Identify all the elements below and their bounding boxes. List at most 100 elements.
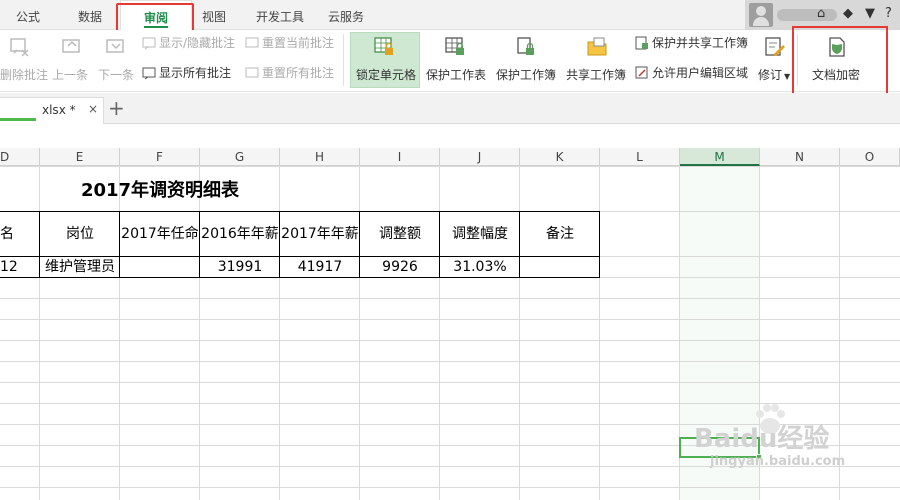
table-border <box>39 211 40 278</box>
column-header-e[interactable]: E <box>40 148 120 166</box>
table-row-cell[interactable] <box>120 257 200 277</box>
grid-horizontal-line <box>0 166 900 167</box>
tab-data[interactable]: 数据 <box>78 0 102 30</box>
tab-cloud[interactable]: 云服务 <box>328 0 364 30</box>
column-header-k[interactable]: K <box>520 148 600 166</box>
column-header-l[interactable]: L <box>600 148 680 166</box>
table-row-cell[interactable]: 维护管理员 <box>40 257 120 277</box>
table-header-cell[interactable]: 调整额 <box>360 212 440 256</box>
avatar[interactable] <box>749 3 773 27</box>
skin-icon[interactable]: ⌂ <box>817 6 825 21</box>
tab-formula[interactable]: 公式 <box>16 0 40 30</box>
table-border <box>599 211 600 278</box>
ribbon-review: 删除批注 上一条 下一条 显示/隐藏批注 显示所有批注 重置当前批注 重置所有批… <box>0 30 900 92</box>
table-border <box>279 211 280 278</box>
track-changes-button[interactable]: 修订 ▼ <box>758 66 790 83</box>
username-blurred <box>777 9 837 21</box>
table-header-cell[interactable]: 2016年年薪 <box>200 212 280 256</box>
reset-all-comments-button[interactable]: 重置所有批注 <box>245 64 334 82</box>
protect-sheet-button[interactable]: 保护工作表 <box>426 66 486 83</box>
table-row-cell[interactable]: 31991 <box>200 257 280 277</box>
protect-share-icon <box>635 36 648 50</box>
reset-comment-icon <box>245 37 259 48</box>
next-comment-button[interactable]: 下一条 <box>98 66 134 83</box>
edit-ranges-icon <box>635 66 648 79</box>
show-all-comments-button[interactable]: 显示所有批注 <box>142 64 231 82</box>
lock-cells-icon <box>374 37 393 55</box>
table-row-cell[interactable]: 41917 <box>280 257 360 277</box>
table-border <box>0 256 600 257</box>
reset-current-comment-button[interactable]: 重置当前批注 <box>245 34 334 52</box>
shirt-icon[interactable]: ▼ <box>865 6 875 21</box>
grid-horizontal-line <box>0 487 900 488</box>
column-header-n[interactable]: N <box>760 148 840 166</box>
table-border <box>0 277 600 278</box>
previous-comment-icon <box>62 39 80 53</box>
table-header-cell[interactable]: 2017年任命 <box>120 212 200 256</box>
protect-and-share-label: 保护并共享工作簿 <box>652 36 749 50</box>
allow-edit-ranges-button[interactable]: 允许用户编辑区域 <box>635 64 748 82</box>
column-header-f[interactable]: F <box>120 148 200 166</box>
help-icon[interactable]: ? <box>885 6 892 21</box>
column-header-o[interactable]: O <box>840 148 900 166</box>
table-row-cell[interactable] <box>520 257 600 277</box>
column-header-d[interactable]: D <box>0 148 40 166</box>
allow-edit-ranges-label: 允许用户编辑区域 <box>652 66 749 80</box>
table-border <box>119 211 120 278</box>
watermark-url: jingyan.baidu.com <box>710 454 846 469</box>
show-hide-comment-button[interactable]: 显示/隐藏批注 <box>142 34 235 52</box>
table-border <box>0 211 600 212</box>
column-header-g[interactable]: G <box>200 148 280 166</box>
table-border <box>519 211 520 278</box>
protect-workbook-icon <box>517 37 534 55</box>
next-comment-icon <box>106 39 124 53</box>
table-border <box>359 211 360 278</box>
comments-icon <box>142 67 156 80</box>
share-workbook-icon <box>587 37 607 56</box>
tab-view[interactable]: 视图 <box>202 0 226 30</box>
sheet-title[interactable]: 2017年调资明细表 <box>40 176 280 202</box>
grid-horizontal-line <box>0 382 900 383</box>
chevron-down-icon: ▼ <box>784 72 791 81</box>
new-tab-button[interactable]: + <box>108 96 125 120</box>
close-icon[interactable]: × <box>88 102 98 116</box>
tab-developer[interactable]: 开发工具 <box>256 0 304 30</box>
lock-cells-button[interactable]: 锁定单元格 <box>356 66 416 83</box>
column-header-j[interactable]: J <box>440 148 520 166</box>
delete-comment-button[interactable]: 删除批注 <box>0 66 48 83</box>
table-header-cell[interactable]: 备注 <box>520 212 600 256</box>
reset-all-comments-label: 重置所有批注 <box>262 66 335 80</box>
protect-and-share-button[interactable]: 保护并共享工作簿 <box>635 34 748 52</box>
track-changes-label: 修订 <box>758 68 783 82</box>
grid-horizontal-line <box>0 319 900 320</box>
baidu-watermark: Baidu经验 jingyan.baidu.com <box>690 400 900 480</box>
document-tab[interactable]: xlsx * × <box>0 97 104 124</box>
table-row-cell[interactable]: 9926 <box>360 257 440 277</box>
delete-comment-icon <box>10 38 29 57</box>
review-tab-highlight <box>116 3 194 33</box>
protect-workbook-button[interactable]: 保护工作簿 <box>496 66 556 83</box>
show-hide-comment-label: 显示/隐藏批注 <box>159 36 236 50</box>
column-header-i[interactable]: I <box>360 148 440 166</box>
share-workbook-button[interactable]: 共享工作簿 <box>566 66 626 83</box>
column-header-m[interactable]: M <box>680 148 760 166</box>
previous-comment-button[interactable]: 上一条 <box>52 66 88 83</box>
grid-horizontal-line <box>0 361 900 362</box>
table-row-cell[interactable]: 31.03% <box>440 257 520 277</box>
table-row-cell[interactable]: 12 <box>0 257 40 277</box>
ribbon-separator <box>343 34 344 86</box>
table-header-cell[interactable]: 名 <box>0 212 40 256</box>
table-header-cell[interactable]: 2017年年薪 <box>280 212 360 256</box>
document-tab-bar: xlsx * × + <box>0 93 900 124</box>
table-header-cell[interactable]: 调整幅度 <box>440 212 520 256</box>
reset-all-comments-icon <box>245 67 259 78</box>
table-border <box>439 211 440 278</box>
grid-horizontal-line <box>0 298 900 299</box>
document-tab-filename: xlsx * <box>42 103 76 117</box>
table-border <box>199 211 200 278</box>
shield-icon[interactable]: ◆ <box>843 6 853 21</box>
comment-toggle-icon <box>142 37 156 50</box>
table-header-cell[interactable]: 岗位 <box>40 212 120 256</box>
column-header-h[interactable]: H <box>280 148 360 166</box>
grid-horizontal-line <box>0 340 900 341</box>
